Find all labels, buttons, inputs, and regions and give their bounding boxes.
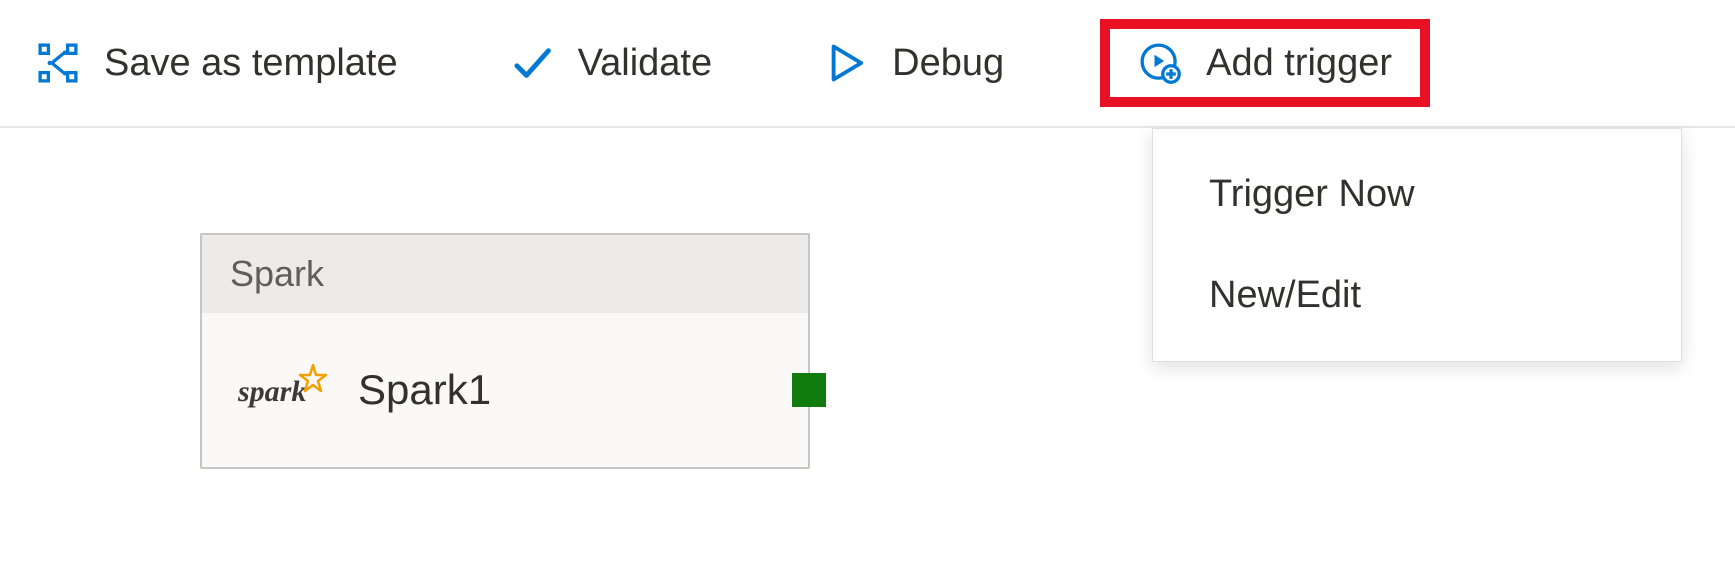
save-as-template-button[interactable]: Save as template xyxy=(20,33,414,93)
add-trigger-button[interactable]: Add trigger xyxy=(1100,19,1430,107)
activity-success-port[interactable] xyxy=(792,373,826,407)
template-icon xyxy=(36,41,80,85)
debug-button[interactable]: Debug xyxy=(808,33,1020,93)
debug-label: Debug xyxy=(892,42,1004,85)
play-icon xyxy=(824,41,868,85)
spark-icon: spark xyxy=(238,363,328,417)
validate-label: Validate xyxy=(578,42,713,85)
checkmark-icon xyxy=(510,41,554,85)
svg-text:spark: spark xyxy=(238,375,306,408)
add-trigger-dropdown: Trigger Now New/Edit xyxy=(1152,128,1682,362)
activity-body: spark Spark1 xyxy=(202,313,808,467)
spark-activity-node[interactable]: Spark spark Spark1 xyxy=(200,233,810,469)
clock-add-icon xyxy=(1138,41,1182,85)
add-trigger-label: Add trigger xyxy=(1206,42,1392,85)
validate-button[interactable]: Validate xyxy=(494,33,729,93)
trigger-now-item[interactable]: Trigger Now xyxy=(1173,149,1661,240)
new-edit-item[interactable]: New/Edit xyxy=(1173,250,1661,341)
activity-name: Spark1 xyxy=(358,366,491,414)
save-as-template-label: Save as template xyxy=(104,42,398,85)
activity-type-label: Spark xyxy=(202,235,808,313)
toolbar: Save as template Validate Debug xyxy=(0,0,1735,128)
